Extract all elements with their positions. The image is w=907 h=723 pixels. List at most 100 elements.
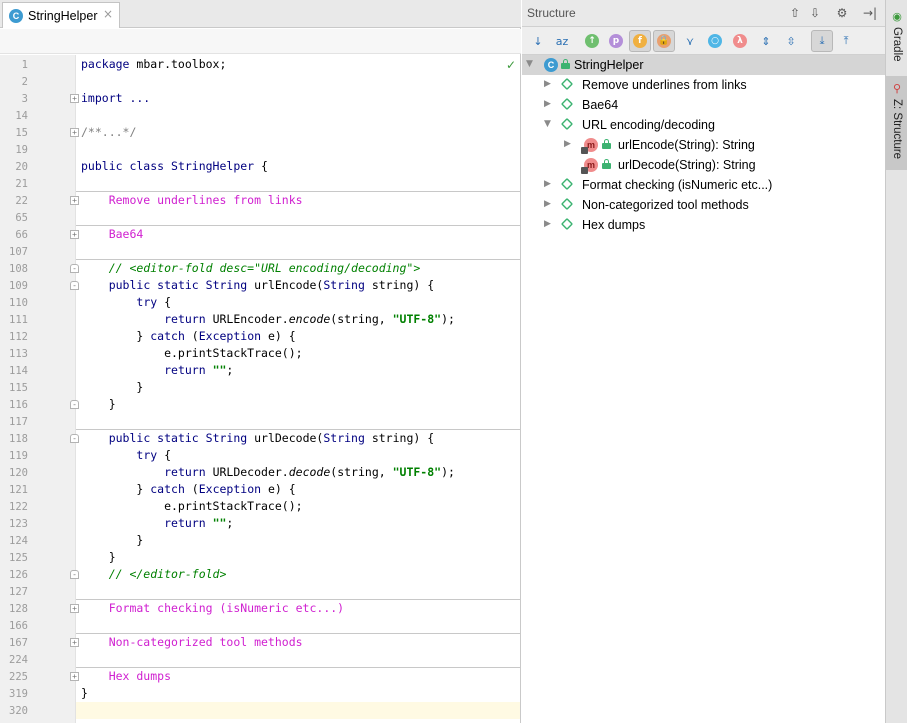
chevron-right-icon[interactable]: ▶ <box>544 79 551 89</box>
collapse-all-icon[interactable]: ⇩ <box>807 5 823 21</box>
tree-node-region[interactable]: ▶ Format checking (isNumeric etc...) <box>522 175 885 195</box>
autoscroll-to-source-button[interactable]: ⤓ <box>811 30 833 52</box>
expand-button[interactable]: ⇕ <box>755 30 777 52</box>
chevron-right-icon[interactable]: ▶ <box>544 179 551 189</box>
expand-all-icon[interactable]: ⇧ <box>787 5 803 21</box>
collapse-button[interactable]: ⇳ <box>780 30 802 52</box>
code-token: } <box>81 550 116 564</box>
editor-fold-comment: // <editor-fold desc="URL encoding/decod… <box>81 261 421 275</box>
code-line[interactable]: 66 + Bae64 <box>0 226 521 243</box>
tree-node-method[interactable]: ▶ m urlEncode(String): String <box>522 135 885 155</box>
fold-expand-icon[interactable]: + <box>70 604 79 613</box>
fold-expand-icon[interactable]: + <box>70 672 79 681</box>
fold-expand-icon[interactable]: + <box>70 638 79 647</box>
code-line[interactable]: 65 <box>0 209 521 226</box>
code-line[interactable]: 125 } <box>0 549 521 566</box>
tree-node-region[interactable]: ▶ Remove underlines from links <box>522 75 885 95</box>
code-line[interactable]: 119 try { <box>0 447 521 464</box>
code-line[interactable]: 319} <box>0 685 521 702</box>
chevron-right-icon[interactable]: ▶ <box>544 99 551 109</box>
code-line[interactable]: 167 + Non-categorized tool methods <box>0 634 521 651</box>
tree-node-region[interactable]: ▼ URL encoding/decoding <box>522 115 885 135</box>
settings-icon[interactable]: ⚙ <box>834 5 850 21</box>
code-line[interactable]: 127 <box>0 583 521 600</box>
sort-by-visibility-button[interactable]: ↓ <box>527 30 549 52</box>
sort-alphabetically-button[interactable]: az <box>551 30 573 52</box>
code-line[interactable]: 225 + Hex dumps <box>0 668 521 685</box>
code-line[interactable]: 22 + Remove underlines from links <box>0 192 521 209</box>
code-line[interactable]: 107 <box>0 243 521 260</box>
line-number: 111 <box>9 314 28 326</box>
fold-expand-icon[interactable]: + <box>70 94 79 103</box>
code-line[interactable]: 122 e.printStackTrace(); <box>0 498 521 515</box>
fold-expand-icon[interactable]: + <box>70 196 79 205</box>
file-tab-stringhelper[interactable]: C StringHelper × <box>2 2 120 28</box>
line-number: 20 <box>15 161 28 173</box>
show-lambdas-button[interactable]: λ <box>729 30 751 52</box>
tree-node-class[interactable]: ▼ C StringHelper <box>522 55 885 75</box>
tree-node-region[interactable]: ▶ Bae64 <box>522 95 885 115</box>
chevron-down-icon[interactable]: ▼ <box>544 119 551 129</box>
show-properties-button[interactable]: p <box>605 30 627 52</box>
show-non-public-button[interactable]: 🔒 <box>653 30 675 52</box>
tree-node-region[interactable]: ▶ Non-categorized tool methods <box>522 195 885 215</box>
autoscroll-from-source-button[interactable]: ⤒ <box>835 30 857 52</box>
code-line[interactable]: 20 public class StringHelper { <box>0 158 521 175</box>
code-line[interactable]: 224 <box>0 651 521 668</box>
code-line[interactable]: 109 - public static String urlEncode(Stri… <box>0 277 521 294</box>
chevron-right-icon[interactable]: ▶ <box>564 139 571 149</box>
code-line[interactable]: 128 + Format checking (isNumeric etc...) <box>0 600 521 617</box>
close-icon[interactable]: × <box>103 7 113 21</box>
code-line[interactable]: 166 <box>0 617 521 634</box>
code-line[interactable]: 19 <box>0 141 521 158</box>
code-line[interactable]: 2 <box>0 73 521 90</box>
show-fields-button[interactable]: f <box>629 30 651 52</box>
tree-node-region[interactable]: ▶ Hex dumps <box>522 215 885 235</box>
code-line[interactable]: 117 <box>0 413 521 430</box>
code-line[interactable]: 121 } catch (Exception e) { <box>0 481 521 498</box>
show-anonymous-button[interactable]: ○ <box>704 30 726 52</box>
fold-collapse-icon[interactable]: - <box>70 570 79 579</box>
code-line[interactable]: 116 - } <box>0 396 521 413</box>
type-name: Exception <box>198 329 262 343</box>
gradle-tool-tab[interactable]: ◉ Gradle <box>886 4 907 68</box>
code-line[interactable]: 3 + import ... <box>0 90 521 107</box>
fold-collapse-icon[interactable]: - <box>70 281 79 290</box>
code-line[interactable]: 124 } <box>0 532 521 549</box>
fold-collapse-icon[interactable]: - <box>70 264 79 273</box>
code-line[interactable]: 120 return URLDecoder.decode(string, "UT… <box>0 464 521 481</box>
code-token: ; <box>226 363 234 377</box>
code-line[interactable]: 108 - // <editor-fold desc="URL encoding/… <box>0 260 521 277</box>
code-line[interactable]: 112 } catch (Exception e) { <box>0 328 521 345</box>
hide-icon[interactable]: →| <box>862 5 878 21</box>
code-line[interactable]: 111 return URLEncoder.encode(string, "UT… <box>0 311 521 328</box>
code-line[interactable]: 14 <box>0 107 521 124</box>
code-line[interactable]: 320 <box>0 702 521 719</box>
code-line[interactable]: 21 <box>0 175 521 192</box>
chevron-right-icon[interactable]: ▶ <box>544 219 551 229</box>
code-line[interactable]: 123 return ""; <box>0 515 521 532</box>
structure-tool-tab[interactable]: ⚲ Z: Structure <box>886 76 907 170</box>
code-line[interactable]: 115 } <box>0 379 521 396</box>
chevron-down-icon[interactable]: ▼ <box>526 59 533 69</box>
fold-expand-icon[interactable]: + <box>70 230 79 239</box>
string-literal: "UTF-8" <box>392 465 442 479</box>
tree-node-method[interactable]: m urlDecode(String): String <box>522 155 885 175</box>
fold-collapse-icon[interactable]: - <box>70 400 79 409</box>
line-number: 123 <box>9 518 28 530</box>
show-inherited-button[interactable]: ↑ <box>581 30 603 52</box>
region-icon <box>560 197 574 211</box>
code-line[interactable]: 118 - public static String urlDecode(Stri… <box>0 430 521 447</box>
code-token: string) { <box>364 278 435 292</box>
code-line[interactable]: 126 - // </editor-fold> <box>0 566 521 583</box>
line-number: 66 <box>15 229 28 241</box>
code-line[interactable]: 110 try { <box>0 294 521 311</box>
code-line[interactable]: 114 return ""; <box>0 362 521 379</box>
fold-collapse-icon[interactable]: - <box>70 434 79 443</box>
code-line[interactable]: 1 package mbar.toolbox; <box>0 56 521 73</box>
chevron-right-icon[interactable]: ▶ <box>544 199 551 209</box>
code-line[interactable]: 113 e.printStackTrace(); <box>0 345 521 362</box>
fold-expand-icon[interactable]: + <box>70 128 79 137</box>
code-line[interactable]: 15 +/**...*/ <box>0 124 521 141</box>
group-by-hierarchy-button[interactable]: ⋎ <box>679 30 701 52</box>
